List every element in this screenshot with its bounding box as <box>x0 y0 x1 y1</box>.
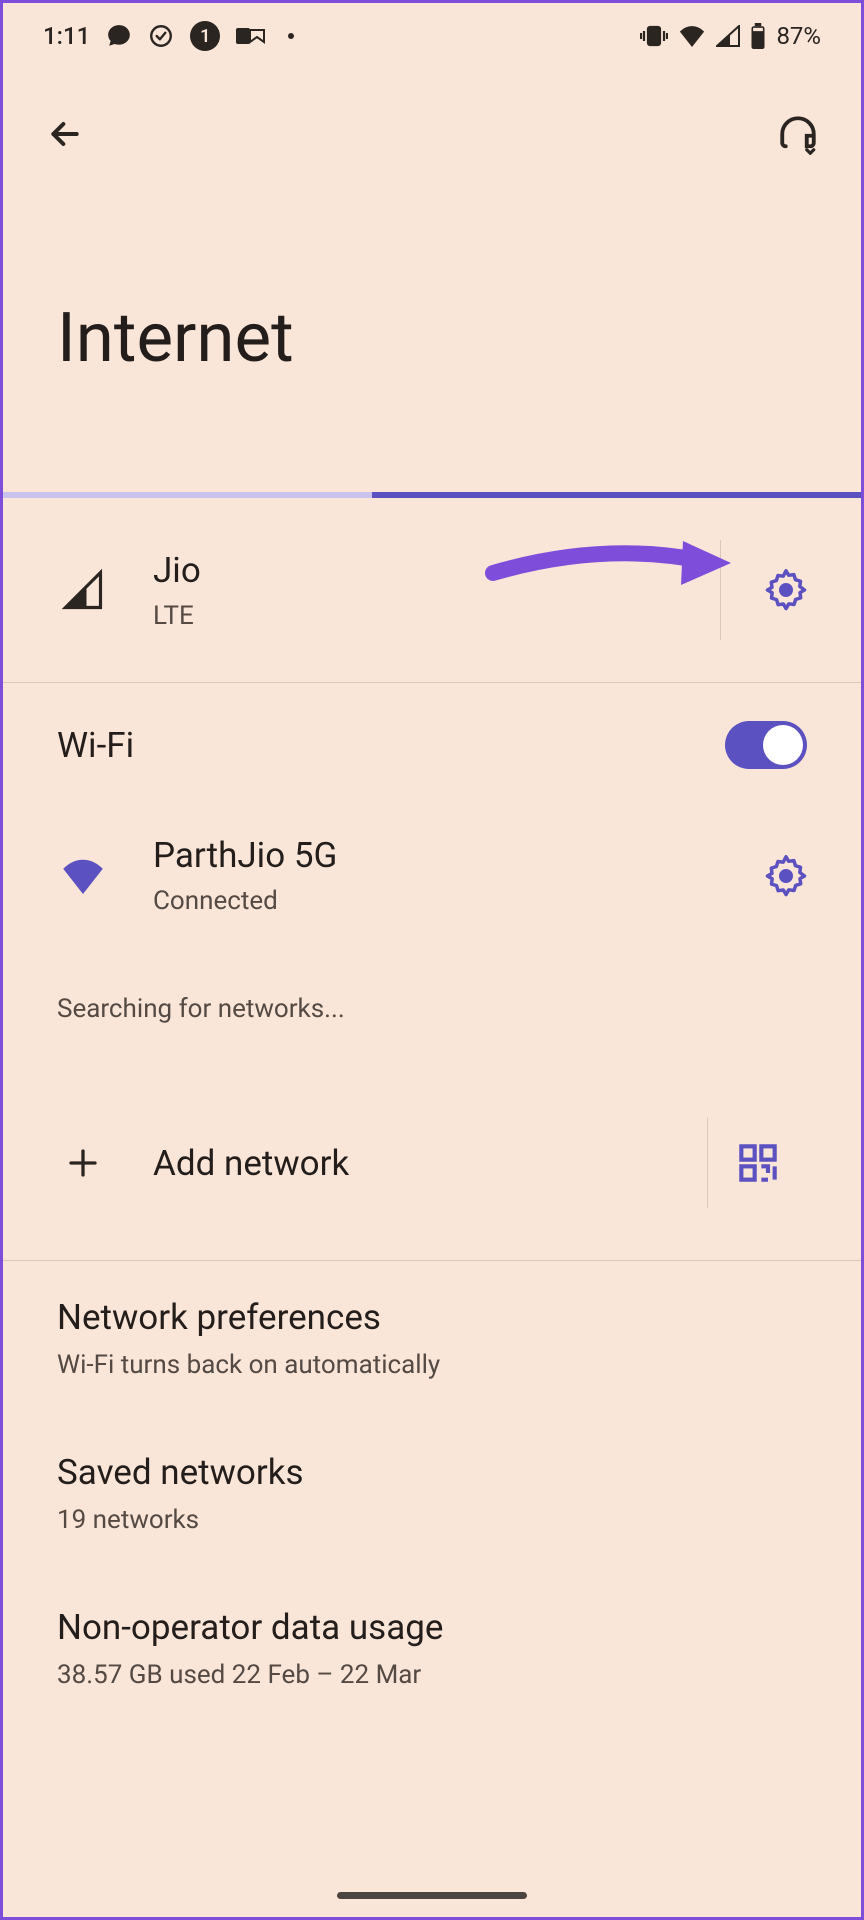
add-network-row[interactable]: Add network <box>3 1066 861 1260</box>
help-icon[interactable] <box>777 113 819 159</box>
carrier-type: LTE <box>153 601 676 631</box>
signal-status-icon <box>716 25 740 47</box>
carrier-text: Jio LTE <box>153 550 676 631</box>
divider <box>720 540 721 640</box>
pref-subtitle: Wi-Fi turns back on automatically <box>57 1350 807 1380</box>
wifi-network-text: ParthJio 5G Connected <box>153 835 765 916</box>
more-dot-icon <box>288 33 294 39</box>
sync-icon <box>148 23 174 49</box>
home-handle[interactable] <box>337 1892 527 1899</box>
pref-subtitle: 19 networks <box>57 1505 807 1535</box>
qr-scan-button[interactable] <box>707 1118 807 1208</box>
app-bar <box>3 65 861 199</box>
chat-icon <box>106 23 132 49</box>
page-title: Internet <box>3 199 861 492</box>
wifi-settings-button[interactable] <box>765 855 807 897</box>
notification-badge-icon: 1 <box>190 21 220 51</box>
battery-percentage: 87% <box>776 22 821 50</box>
wifi-toggle[interactable] <box>725 721 807 769</box>
pref-title: Non-operator data usage <box>57 1607 807 1648</box>
wifi-label: Wi-Fi <box>57 725 134 766</box>
progress-fill <box>372 492 861 498</box>
toggle-knob <box>763 725 803 765</box>
wifi-network-row[interactable]: ParthJio 5G Connected <box>3 789 861 952</box>
saved-networks-row[interactable]: Saved networks 19 networks <box>3 1416 861 1571</box>
plus-icon <box>57 1145 109 1181</box>
pref-title: Network preferences <box>57 1297 807 1338</box>
add-network-label: Add network <box>153 1143 707 1184</box>
status-bar: 1:11 1 87% <box>3 3 861 65</box>
carrier-settings-button[interactable] <box>765 569 807 611</box>
status-clock: 1:11 <box>43 22 90 50</box>
pref-subtitle: 38.57 GB used 22 Feb – 22 Mar <box>57 1660 807 1690</box>
wifi-icon <box>57 858 109 894</box>
back-button[interactable] <box>45 114 85 158</box>
wifi-status: Connected <box>153 886 765 916</box>
status-left: 1:11 1 <box>43 21 294 51</box>
searching-status: Searching for networks... <box>3 952 861 1066</box>
network-preferences-row[interactable]: Network preferences Wi-Fi turns back on … <box>3 1261 861 1416</box>
signal-icon <box>57 569 109 611</box>
carrier-row[interactable]: Jio LTE <box>3 498 861 682</box>
progress-indicator <box>3 492 861 498</box>
status-right: 87% <box>640 22 821 50</box>
data-usage-row[interactable]: Non-operator data usage 38.57 GB used 22… <box>3 1571 861 1726</box>
outlook-icon <box>236 24 266 48</box>
vibrate-icon <box>640 25 668 47</box>
wifi-toggle-row: Wi-Fi <box>3 683 861 789</box>
battery-icon <box>750 23 766 49</box>
wifi-ssid: ParthJio 5G <box>153 835 765 876</box>
pref-title: Saved networks <box>57 1452 807 1493</box>
carrier-name: Jio <box>153 550 676 591</box>
wifi-status-icon <box>678 25 706 47</box>
